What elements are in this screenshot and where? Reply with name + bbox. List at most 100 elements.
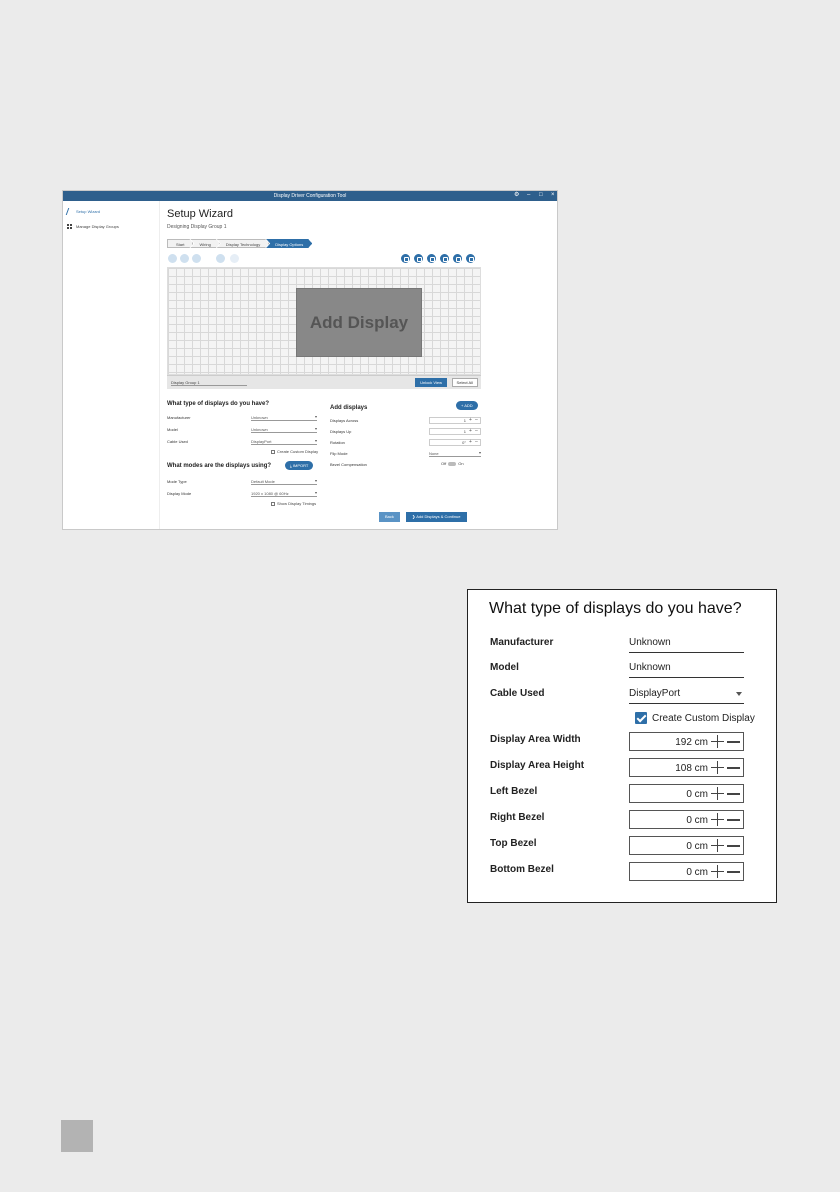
plus-icon[interactable] (711, 761, 724, 774)
main-content: Setup Wizard Designing Display Group 1 S… (167, 201, 557, 529)
manufacturer-field[interactable]: Unknown (629, 637, 744, 653)
cable-select[interactable]: DisplayPort (251, 439, 317, 445)
add-icon[interactable] (216, 254, 225, 263)
corner-icon[interactable] (453, 254, 462, 263)
field-value: 108 cm (675, 763, 708, 774)
manufacturer-row: Manufacturer Unknown (468, 632, 776, 656)
refresh-icon[interactable] (230, 254, 239, 263)
breadcrumb-steps: Start Wiring Display Technology Display … (167, 239, 309, 248)
field-label: Display Area Height (490, 760, 585, 771)
chevron-down-icon: ▾ (314, 490, 317, 495)
step-start[interactable]: Start (167, 239, 193, 248)
plus-icon[interactable] (711, 865, 724, 878)
plus-icon[interactable]: + (469, 439, 472, 445)
displays-up-row: Displays Up 1 + – (330, 427, 481, 437)
top-bezel-input[interactable]: 0 cm (629, 836, 744, 855)
bezel-toggle[interactable]: Off On (441, 461, 464, 466)
add-section-title: Add displays (330, 405, 368, 411)
rotation-row: Rotation 0° + – (330, 438, 481, 448)
plus-icon[interactable]: + (469, 428, 472, 434)
page-title: Setup Wizard (167, 208, 234, 220)
minus-icon[interactable] (727, 761, 740, 774)
minus-icon[interactable] (727, 787, 740, 800)
frame-icon[interactable] (466, 254, 475, 263)
maximize-icon[interactable]: □ (539, 192, 543, 199)
plus-icon[interactable] (711, 735, 724, 748)
manufacturer-select[interactable]: Unknown (251, 415, 317, 421)
checkbox-label: Create Custom Display (652, 712, 755, 724)
create-custom-display-checkbox[interactable]: Create Custom Display (635, 712, 755, 724)
back-button[interactable]: Back (379, 512, 400, 522)
show-timings-checkbox[interactable]: Show Display Timings (271, 501, 316, 506)
checkbox-label: Create Custom Display (277, 449, 319, 454)
checkbox-label: Show Display Timings (277, 501, 317, 506)
across-input[interactable]: 1 (429, 417, 481, 424)
minus-icon[interactable] (727, 865, 740, 878)
cable-select[interactable]: DisplayPort (629, 688, 744, 704)
add-displays-continue-button[interactable]: ❯ Add Displays & Continue (406, 512, 467, 522)
redo-icon[interactable] (192, 254, 201, 263)
display-area-height-input[interactable]: 108 cm (629, 758, 744, 777)
flip-select[interactable]: None (429, 451, 481, 457)
field-label: Bottom Bezel (490, 864, 554, 875)
minus-icon[interactable] (727, 735, 740, 748)
rotation-input[interactable]: 0° (429, 439, 481, 446)
minus-icon[interactable] (727, 839, 740, 852)
mode-type-select[interactable]: Default Mode (251, 479, 317, 485)
select-all-button[interactable]: Select All (451, 378, 478, 387)
app-window-screenshot: Display Driver Configuration Tool ⚙ – □ … (62, 190, 558, 530)
model-field[interactable]: Unknown (629, 662, 744, 678)
minus-icon[interactable]: – (475, 417, 478, 423)
zoom-out-icon[interactable] (168, 254, 177, 263)
plus-icon[interactable]: + (469, 417, 472, 423)
plus-icon[interactable] (711, 813, 724, 826)
minus-icon[interactable] (727, 813, 740, 826)
right-bezel-input[interactable]: 0 cm (629, 810, 744, 829)
step-display-options[interactable]: Display Options (266, 239, 312, 248)
checkbox-checked-icon (635, 712, 647, 724)
step-display-technology[interactable]: Display Technology (217, 239, 269, 248)
add-label: ADD (464, 403, 473, 408)
page-number-box (61, 1120, 93, 1152)
chevron-down-icon (736, 692, 742, 696)
group-name-field[interactable]: Display Group 1 (171, 380, 247, 386)
toggle-on-label: On (458, 461, 464, 466)
undo-icon[interactable] (180, 254, 189, 263)
manufacturer-label: Manufacturer (490, 637, 554, 648)
flip-label: Flip Mode (330, 451, 348, 456)
remove-icon[interactable] (401, 254, 410, 263)
left-bezel-input[interactable]: 0 cm (629, 784, 744, 803)
zoomed-display-type-panel: What type of displays do you have? Manuf… (467, 589, 777, 903)
model-select[interactable]: Unknown (251, 427, 317, 433)
sidebar-item-label: Manage Display Groups (76, 223, 119, 229)
settings-icon[interactable]: ⚙ (514, 192, 519, 199)
image-icon[interactable] (427, 254, 436, 263)
plus-icon[interactable] (711, 787, 724, 800)
top-bezel-row: Top Bezel 0 cm (468, 833, 776, 857)
display-area-width-row: Display Area Width 192 cm (468, 729, 776, 753)
layout-canvas[interactable]: Add Display (167, 267, 481, 375)
close-icon[interactable]: × (551, 192, 555, 199)
plus-icon[interactable] (711, 839, 724, 852)
import-button[interactable]: ⤓ IMPORT (285, 461, 314, 470)
minus-icon[interactable]: – (475, 439, 478, 445)
create-custom-display-checkbox[interactable]: Create Custom Display (271, 449, 318, 454)
canvas-bar: Display Group 1 Unlock View Select All (167, 375, 481, 389)
unlock-view-button[interactable]: Unlock View (415, 378, 447, 387)
field-value: 0 cm (686, 867, 708, 878)
display-mode-select[interactable]: 1920 x 1080 @ 60Hz (251, 491, 317, 497)
bottom-bezel-input[interactable]: 0 cm (629, 862, 744, 881)
grid-icon (67, 223, 72, 229)
add-button[interactable]: + ADD (456, 401, 478, 410)
display-area-width-input[interactable]: 192 cm (629, 732, 744, 751)
step-wiring[interactable]: Wiring (190, 239, 219, 248)
minimize-icon[interactable]: – (527, 192, 530, 199)
add-display-tile[interactable]: Add Display (296, 288, 422, 357)
up-input[interactable]: 1 (429, 428, 481, 435)
fit-icon[interactable] (440, 254, 449, 263)
minus-icon[interactable]: – (475, 428, 478, 434)
field-label: Right Bezel (490, 812, 545, 823)
sidebar-item-manage-display-groups[interactable]: Manage Display Groups (63, 219, 159, 233)
info-icon[interactable] (414, 254, 423, 263)
sidebar-item-setup-wizard[interactable]: Setup Wizard (63, 204, 159, 218)
